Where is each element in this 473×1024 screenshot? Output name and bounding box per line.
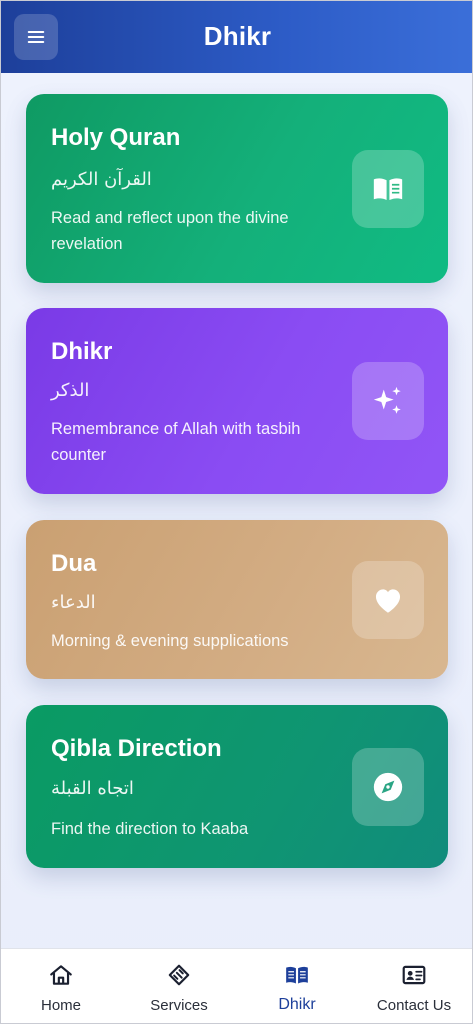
card-title: Dua [51,550,97,577]
card-icon-container [352,748,424,826]
card-title: Qibla Direction [51,735,222,762]
card-icon-container [352,561,424,639]
app-screen: Dhikr Holy Quran القرآن الكريم Read and … [0,0,473,1024]
nav-label: Home [40,997,81,1014]
sparkles-icon [373,386,401,414]
card-title: Holy Quran [51,124,181,151]
card-holy-quran[interactable]: Holy Quran القرآن الكريم Read and reflec… [26,94,448,283]
nav-item-home[interactable]: Home [2,949,120,1023]
nav-label: Contact Us [376,997,452,1014]
card-description: Morning & evening supplications [51,632,289,650]
card-dhikr[interactable]: Dhikr الذكر Remembrance of Allah with ta… [26,308,448,494]
card-icon-container [352,362,424,440]
page-title: Dhikr [203,21,272,51]
card-description: Find the direction to Kaaba [51,820,249,838]
nav-label: Dhikr [278,996,316,1013]
book-icon [284,962,310,988]
card-arabic-title: الذكر [51,380,90,401]
nav-item-services[interactable]: Services [120,949,238,1023]
card-qibla-direction[interactable]: Qibla Direction اتجاه القبلة Find the di… [26,705,448,868]
bottom-navigation: Home Services Dhikr Contact Us [1,948,472,1023]
compass-icon [373,772,403,802]
book-open-icon [373,178,403,201]
nav-item-contact-us[interactable]: Contact Us [355,949,472,1023]
contact-card-icon [401,962,427,988]
card-arabic-title: الدعاء [51,592,96,613]
handshake-icon [166,962,192,988]
home-icon [48,962,74,988]
card-dua[interactable]: Dua الدعاء Morning & evening supplicatio… [26,520,448,679]
card-title: Dhikr [51,338,113,365]
card-description: Remembrance of Allah with tasbih counter [51,420,301,464]
card-arabic-title: اتجاه القبلة [51,778,134,799]
card-icon-container [352,150,424,228]
heart-icon [375,589,401,613]
app-header: Dhikr [1,1,472,73]
nav-label: Services [150,997,208,1014]
nav-item-dhikr[interactable]: Dhikr [238,949,356,1023]
card-arabic-title: القرآن الكريم [51,169,152,190]
card-description: Read and reflect upon the divine revelat… [51,209,289,253]
